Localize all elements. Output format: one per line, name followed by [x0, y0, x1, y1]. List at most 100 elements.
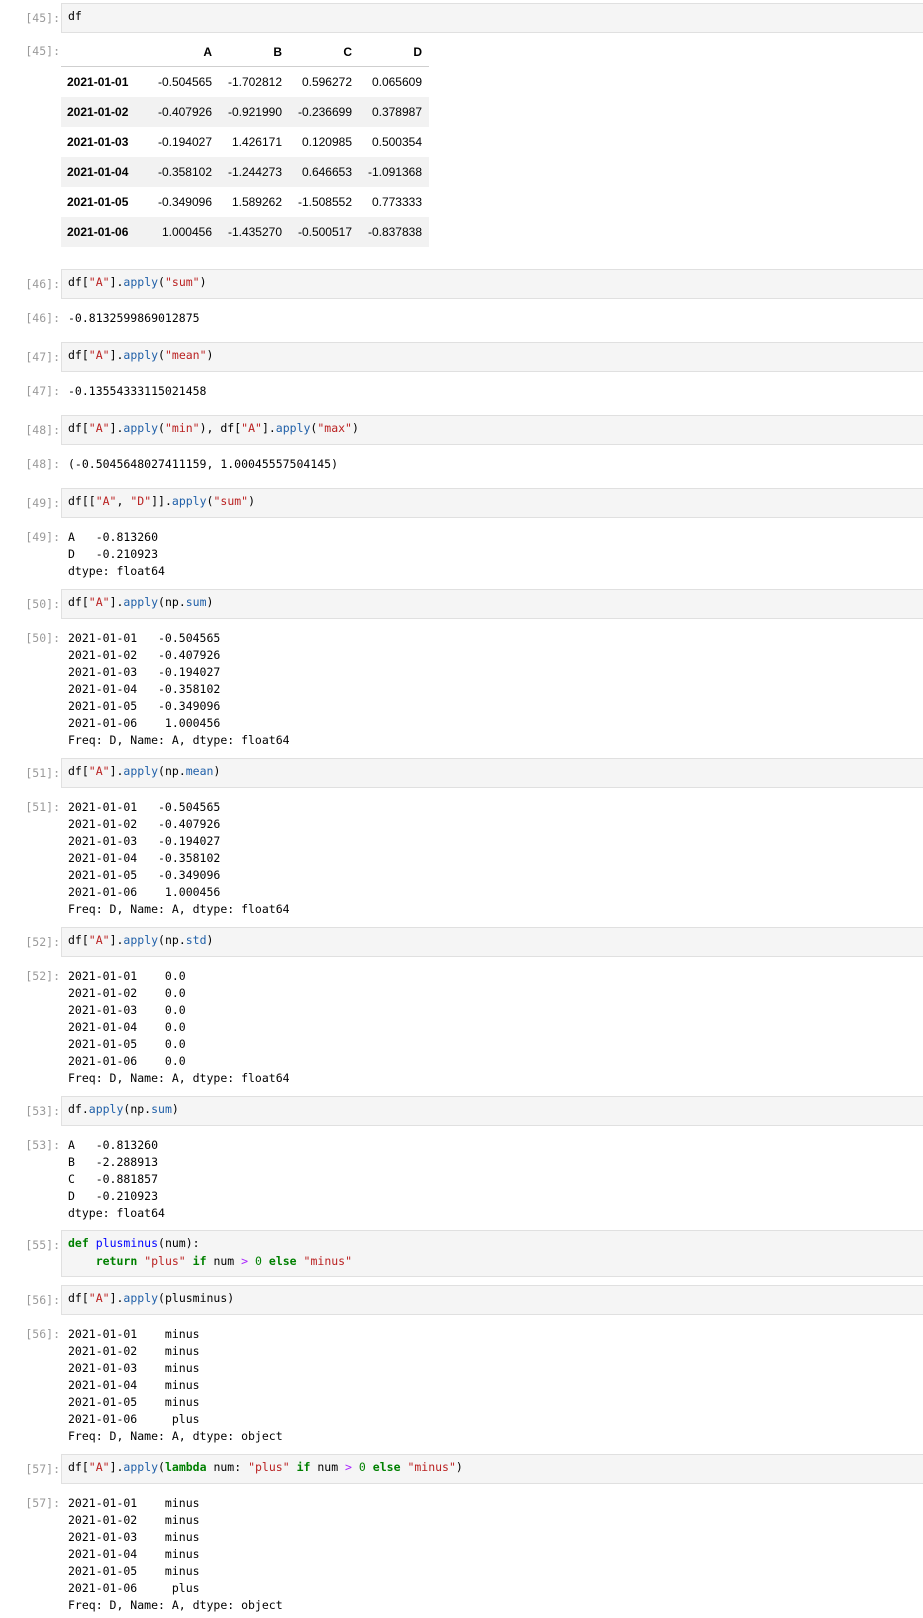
table-cell: -1.435270	[227, 225, 282, 239]
output-prompt: [50]:	[25, 631, 60, 645]
table-cell: 1.426171	[231, 135, 282, 149]
output-prompt: [56]:	[25, 1327, 60, 1341]
table-cell: -1.244273	[227, 165, 282, 179]
code-line: df	[68, 9, 82, 23]
output-prompt: [45]:	[25, 44, 60, 58]
output-prompt: [46]:	[25, 311, 60, 325]
table-cell: -0.837838	[367, 225, 422, 239]
cell-output: A -0.813260 D -0.210923 dtype: float64	[68, 530, 165, 578]
table-cell: -0.236699	[297, 105, 352, 119]
code-line: df["A"].apply(np.std)	[68, 933, 214, 947]
input-prompt: [45]:	[25, 11, 60, 25]
output-prompt: [52]:	[25, 969, 60, 983]
notebook-cell: [51]: df["A"].apply(np.mean) [51]: 2021-…	[0, 758, 923, 918]
dataframe-table: A B C D 2021-01-01 -0.504565 -1.702812 0…	[61, 38, 429, 247]
table-cell: -0.921990	[227, 105, 282, 119]
input-prompt: [46]:	[25, 277, 60, 291]
row-index: 2021-01-06	[67, 225, 129, 239]
code-line: df["A"].apply(np.sum)	[68, 595, 214, 609]
table-row: 2021-01-01 -0.504565 -1.702812 0.596272 …	[61, 67, 429, 98]
code-line: df["A"].apply("mean")	[68, 348, 214, 362]
table-cell: -1.091368	[367, 165, 422, 179]
table-cell: -0.504565	[157, 75, 212, 89]
input-prompt: [56]:	[25, 1293, 60, 1307]
row-index: 2021-01-04	[67, 165, 129, 179]
input-prompt: [57]:	[25, 1462, 60, 1476]
output-prompt: [53]:	[25, 1138, 60, 1152]
code-line: df["A"].apply("min"), df["A"].apply("max…	[68, 421, 359, 435]
table-cell: 1.589262	[231, 195, 282, 209]
table-cell: -0.407926	[157, 105, 212, 119]
input-prompt: [52]:	[25, 935, 60, 949]
output-prompt: [47]:	[25, 384, 60, 398]
table-row: 2021-01-04 -0.358102 -1.244273 0.646653 …	[61, 157, 429, 187]
code-line: df["A"].apply(lambda num: "plus" if num …	[68, 1460, 463, 1474]
cell-output: 2021-01-01 -0.504565 2021-01-02 -0.40792…	[68, 800, 290, 916]
table-cell: -1.508552	[297, 195, 352, 209]
table-cell: -0.358102	[157, 165, 212, 179]
code-line: return "plus" if num > 0 else "minus"	[95, 1254, 353, 1268]
notebook-cell: [57]: df["A"].apply(lambda num: "plus" i…	[0, 1454, 923, 1618]
cell-output: -0.13554333115021458	[68, 384, 207, 398]
output-prompt: [51]:	[25, 800, 60, 814]
notebook-cell: [49]: df[["A", "D"]].apply("sum") [49]: …	[0, 488, 923, 580]
cell-output: 2021-01-01 -0.504565 2021-01-02 -0.40792…	[68, 631, 290, 747]
column-header: D	[359, 38, 429, 67]
notebook-cell: [52]: df["A"].apply(np.std) [52]: 2021-0…	[0, 927, 923, 1087]
table-cell: -0.194027	[157, 135, 212, 149]
input-prompt: [49]:	[25, 496, 60, 510]
cell-output: (-0.5045648027411159, 1.00045557504145)	[68, 457, 339, 471]
input-prompt: [53]:	[25, 1104, 60, 1118]
notebook-cell: [53]: df.apply(np.sum) [53]: A -0.813260…	[0, 1096, 923, 1221]
code-input[interactable]	[61, 1096, 923, 1126]
table-cell: 0.120985	[301, 135, 352, 149]
column-header: B	[219, 38, 289, 67]
table-cell: 0.646653	[301, 165, 352, 179]
column-header: C	[289, 38, 359, 67]
input-prompt: [48]:	[25, 423, 60, 437]
column-header: A	[149, 38, 219, 67]
table-cell: -0.349096	[157, 195, 212, 209]
table-cell: 0.065609	[371, 75, 422, 89]
cell-output: -0.8132599869012875	[68, 311, 200, 325]
table-cell: -0.500517	[297, 225, 352, 239]
code-line: def plusminus(num):	[68, 1236, 200, 1250]
table-cell: 0.596272	[301, 75, 352, 89]
code-line: df[["A", "D"]].apply("sum")	[68, 494, 256, 508]
notebook-cell: [45]: df [45]: A B C D 2021-01-01 -0.504…	[0, 3, 923, 248]
table-row: 2021-01-03 -0.194027 1.426171 0.120985 0…	[61, 127, 429, 157]
notebook-cell: [48]: df["A"].apply("min"), df["A"].appl…	[0, 415, 923, 475]
index-header	[61, 38, 149, 67]
code-line: df["A"].apply(plusminus)	[68, 1291, 235, 1305]
table-cell: 0.773333	[371, 195, 422, 209]
input-prompt: [55]:	[25, 1238, 60, 1252]
table-cell: 1.000456	[161, 225, 212, 239]
notebook-cell: [47]: df["A"].apply("mean") [47]: -0.135…	[0, 342, 923, 402]
row-index: 2021-01-03	[67, 135, 129, 149]
notebook-cell: [56]: df["A"].apply(plusminus) [56]: 202…	[0, 1285, 923, 1445]
cell-output: 2021-01-01 minus 2021-01-02 minus 2021-0…	[68, 1496, 283, 1612]
output-prompt: [57]:	[25, 1496, 60, 1510]
table-cell: -1.702812	[227, 75, 282, 89]
code-line: df.apply(np.sum)	[68, 1102, 179, 1116]
row-index: 2021-01-02	[67, 105, 129, 119]
cell-output: A -0.813260 B -2.288913 C -0.881857 D -0…	[68, 1138, 165, 1220]
table-cell: 0.500354	[371, 135, 422, 149]
code-input[interactable]	[61, 3, 923, 33]
notebook-cell: [46]: df["A"].apply("sum") [46]: -0.8132…	[0, 269, 923, 329]
table-cell: 0.378987	[371, 105, 422, 119]
cell-output: 2021-01-01 minus 2021-01-02 minus 2021-0…	[68, 1327, 283, 1443]
input-prompt: [47]:	[25, 350, 60, 364]
table-row: 2021-01-02 -0.407926 -0.921990 -0.236699…	[61, 97, 429, 127]
table-row: 2021-01-06 1.000456 -1.435270 -0.500517 …	[61, 217, 429, 247]
notebook-cell: [50]: df["A"].apply(np.sum) [50]: 2021-0…	[0, 589, 923, 749]
output-prompt: [49]:	[25, 530, 60, 544]
output-prompt: [48]:	[25, 457, 60, 471]
input-prompt: [50]:	[25, 597, 60, 611]
code-line: df["A"].apply("sum")	[68, 275, 207, 289]
cell-output: 2021-01-01 0.0 2021-01-02 0.0 2021-01-03…	[68, 969, 290, 1085]
table-header-row: A B C D	[61, 38, 429, 67]
notebook-cell: [55]: def plusminus(num): return "plus" …	[0, 1230, 923, 1277]
row-index: 2021-01-01	[67, 75, 129, 89]
table-row: 2021-01-05 -0.349096 1.589262 -1.508552 …	[61, 187, 429, 217]
